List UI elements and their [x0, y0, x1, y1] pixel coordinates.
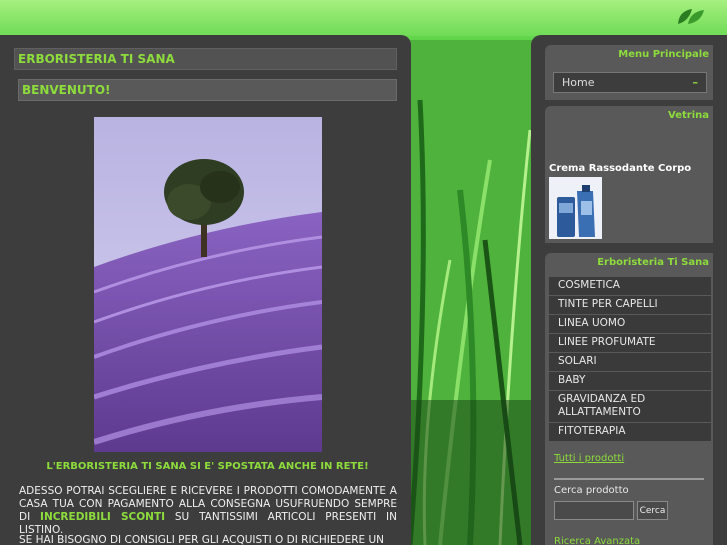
featured-product-image[interactable]	[549, 177, 602, 239]
discount-highlight: INCREDIBILI SCONTI	[40, 511, 166, 523]
category-solari[interactable]: SOLARI	[549, 353, 711, 371]
search-label: Cerca prodotto	[554, 485, 629, 496]
sidebar: Menu Principale Home – Vetrina Crema Ras…	[531, 35, 727, 545]
home-menu-item[interactable]: Home –	[553, 72, 707, 93]
category-baby[interactable]: BABY	[549, 372, 711, 390]
leaf-icon[interactable]	[676, 6, 706, 26]
advanced-search-link[interactable]: Ricerca Avanzata	[554, 536, 640, 545]
background-grass	[400, 40, 540, 545]
category-cosmetica[interactable]: COSMETICA	[549, 277, 711, 295]
main-content: ERBORISTERIA TI SANA BENVENUTO! L'ERBORI…	[0, 35, 411, 545]
page-title: ERBORISTERIA TI SANA	[14, 48, 397, 70]
welcome-heading: BENVENUTO!	[18, 79, 397, 101]
search-button[interactable]: Cerca	[637, 501, 668, 520]
category-gravidanza[interactable]: GRAVIDANZA ED ALLATTAMENTO	[549, 391, 711, 422]
home-label: Home	[562, 76, 595, 89]
category-linea-uomo[interactable]: LINEA UOMO	[549, 315, 711, 333]
category-tinte-per-capelli[interactable]: TINTE PER CAPELLI	[549, 296, 711, 314]
category-list: COSMETICA TINTE PER CAPELLI LINEA UOMO L…	[549, 277, 711, 442]
announcement: L'ERBORISTERIA TI SANA SI E' SPOSTATA AN…	[46, 461, 369, 472]
divider	[554, 478, 704, 480]
lavender-field-image	[94, 117, 322, 452]
search-input[interactable]	[554, 501, 634, 520]
collapse-icon[interactable]: –	[693, 73, 699, 92]
main-menu-title: Menu Principale	[618, 49, 709, 60]
category-fitoterapia[interactable]: FITOTERAPIA	[549, 423, 711, 441]
category-linee-profumate[interactable]: LINEE PROFUMATE	[549, 334, 711, 352]
intro-paragraph: ADESSO POTRAI SCEGLIERE E RICEVERE I PRO…	[19, 485, 397, 537]
featured-product-name[interactable]: Crema Rassodante Corpo	[549, 163, 691, 174]
showcase-box: Vetrina Crema Rassodante Corpo	[545, 106, 713, 243]
top-banner	[0, 0, 727, 36]
second-paragraph: SE HAI BISOGNO DI CONSIGLI PER GLI ACQUI…	[19, 534, 385, 545]
all-products-link[interactable]: Tutti i prodotti	[554, 453, 624, 464]
categories-box: Erboristeria Ti Sana COSMETICA TINTE PER…	[545, 253, 713, 545]
categories-title: Erboristeria Ti Sana	[597, 257, 709, 268]
showcase-title: Vetrina	[668, 110, 709, 121]
main-menu-box: Menu Principale Home –	[545, 45, 713, 100]
